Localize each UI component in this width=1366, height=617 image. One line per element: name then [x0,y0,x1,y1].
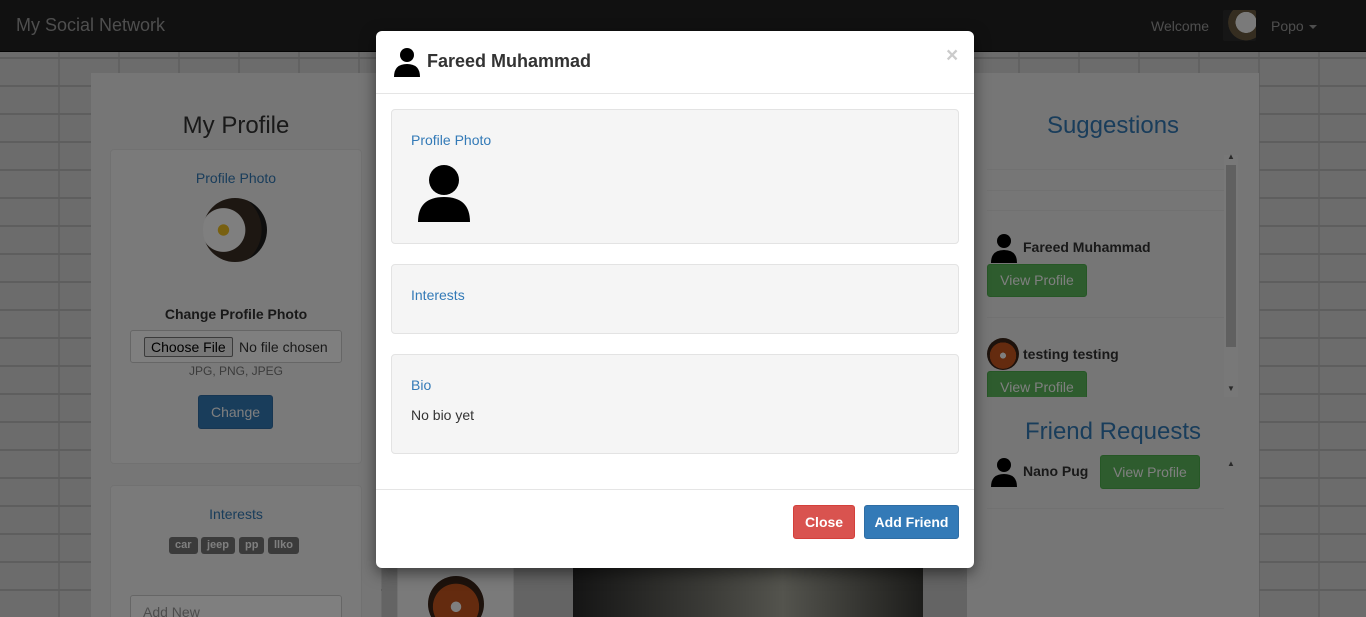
close-button[interactable]: Close [793,505,855,539]
user-icon [393,47,421,77]
modal-bio-label: Bio [411,377,432,393]
modal-bio-panel: Bio No bio yet [391,354,959,454]
modal-footer: Close Add Friend [376,489,974,568]
modal-photo-label: Profile Photo [411,132,492,148]
user-icon [417,164,471,222]
modal-bio-text: No bio yet [411,407,475,423]
modal-photo-panel: Profile Photo [391,109,959,244]
profile-modal: Fareed Muhammad × Profile Photo Interest… [376,31,974,568]
modal-title: Fareed Muhammad [427,51,592,71]
modal-header: Fareed Muhammad × [376,31,974,94]
add-friend-button[interactable]: Add Friend [864,505,959,539]
modal-interests-label: Interests [411,287,465,303]
close-icon[interactable]: × [946,44,958,68]
modal-interests-panel: Interests [391,264,959,334]
